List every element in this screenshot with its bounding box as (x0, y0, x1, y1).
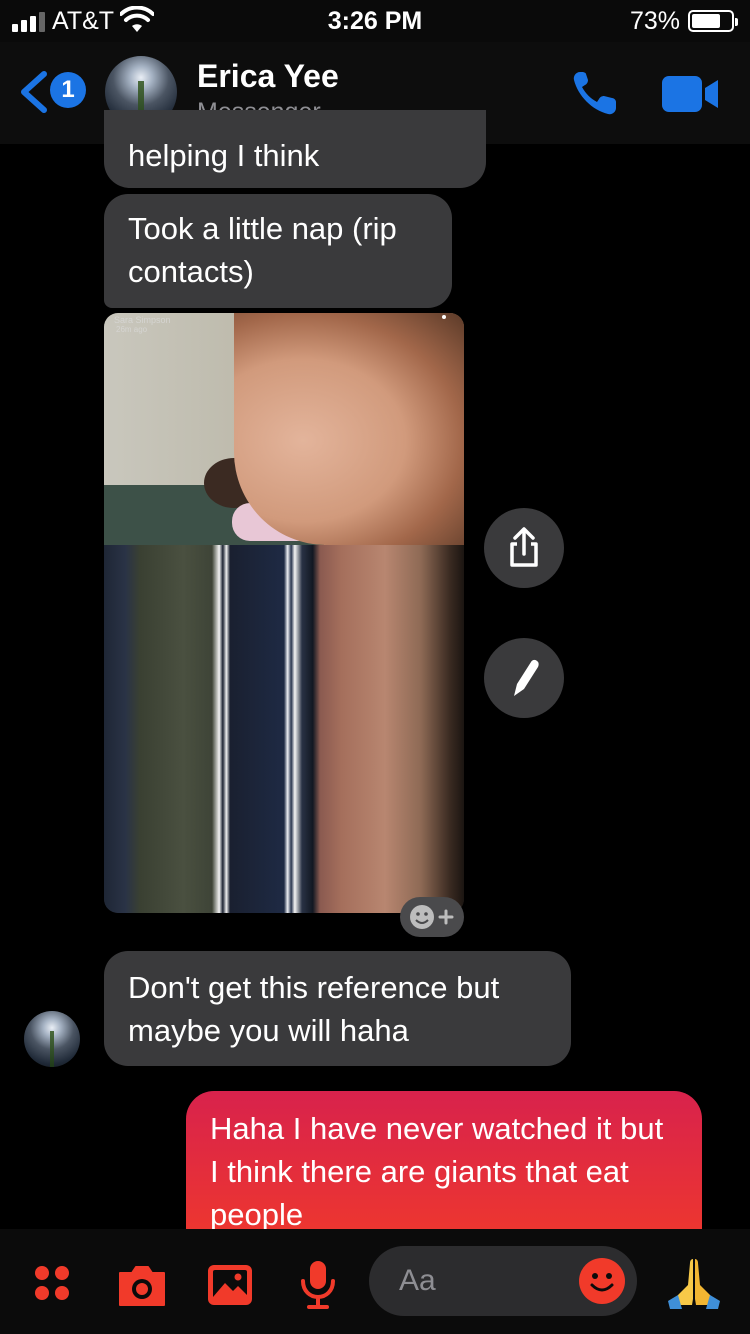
photo-time-ago: 26m ago (116, 325, 148, 334)
composer-bar: Aa (0, 1229, 750, 1334)
add-reaction-icon (410, 905, 454, 929)
folded-hands-icon[interactable] (664, 1255, 724, 1311)
message-bubble-received[interactable]: helping I think (104, 110, 486, 188)
message-input[interactable]: Aa (369, 1246, 637, 1316)
image-icon[interactable] (205, 1259, 257, 1311)
contact-name[interactable]: Erica Yee (197, 58, 339, 95)
share-icon (510, 527, 538, 567)
photo-caption: Sara Simpson (114, 315, 171, 325)
message-bubble-received[interactable]: Took a little nap (rip contacts) (104, 194, 452, 308)
phone-icon[interactable] (570, 68, 620, 118)
back-button[interactable]: 1 (18, 68, 86, 113)
share-button[interactable] (484, 508, 564, 588)
unread-count-badge: 1 (50, 72, 86, 108)
microphone-icon[interactable] (293, 1259, 345, 1311)
status-bar: AT&T 3:26 PM 73% (0, 0, 750, 42)
more-dots-icon (442, 315, 446, 319)
camera-icon[interactable] (116, 1259, 168, 1311)
message-bubble-received[interactable]: Don't get this reference but maybe you w… (104, 951, 571, 1066)
battery-icon (688, 10, 738, 32)
pencil-icon (514, 659, 539, 696)
battery-percentage: 73% (629, 7, 680, 35)
photo-message[interactable]: Sara Simpson 26m ago (104, 313, 464, 913)
four-dots-icon[interactable] (30, 1259, 82, 1311)
message-input-placeholder: Aa (399, 1264, 436, 1297)
add-reaction-button[interactable] (400, 897, 464, 937)
emoji-button[interactable] (579, 1258, 625, 1304)
edit-button[interactable] (484, 638, 564, 718)
smiley-icon (590, 1273, 614, 1292)
video-camera-icon[interactable] (662, 76, 720, 112)
chevron-left-icon (21, 71, 47, 113)
sender-avatar[interactable] (24, 1011, 80, 1067)
